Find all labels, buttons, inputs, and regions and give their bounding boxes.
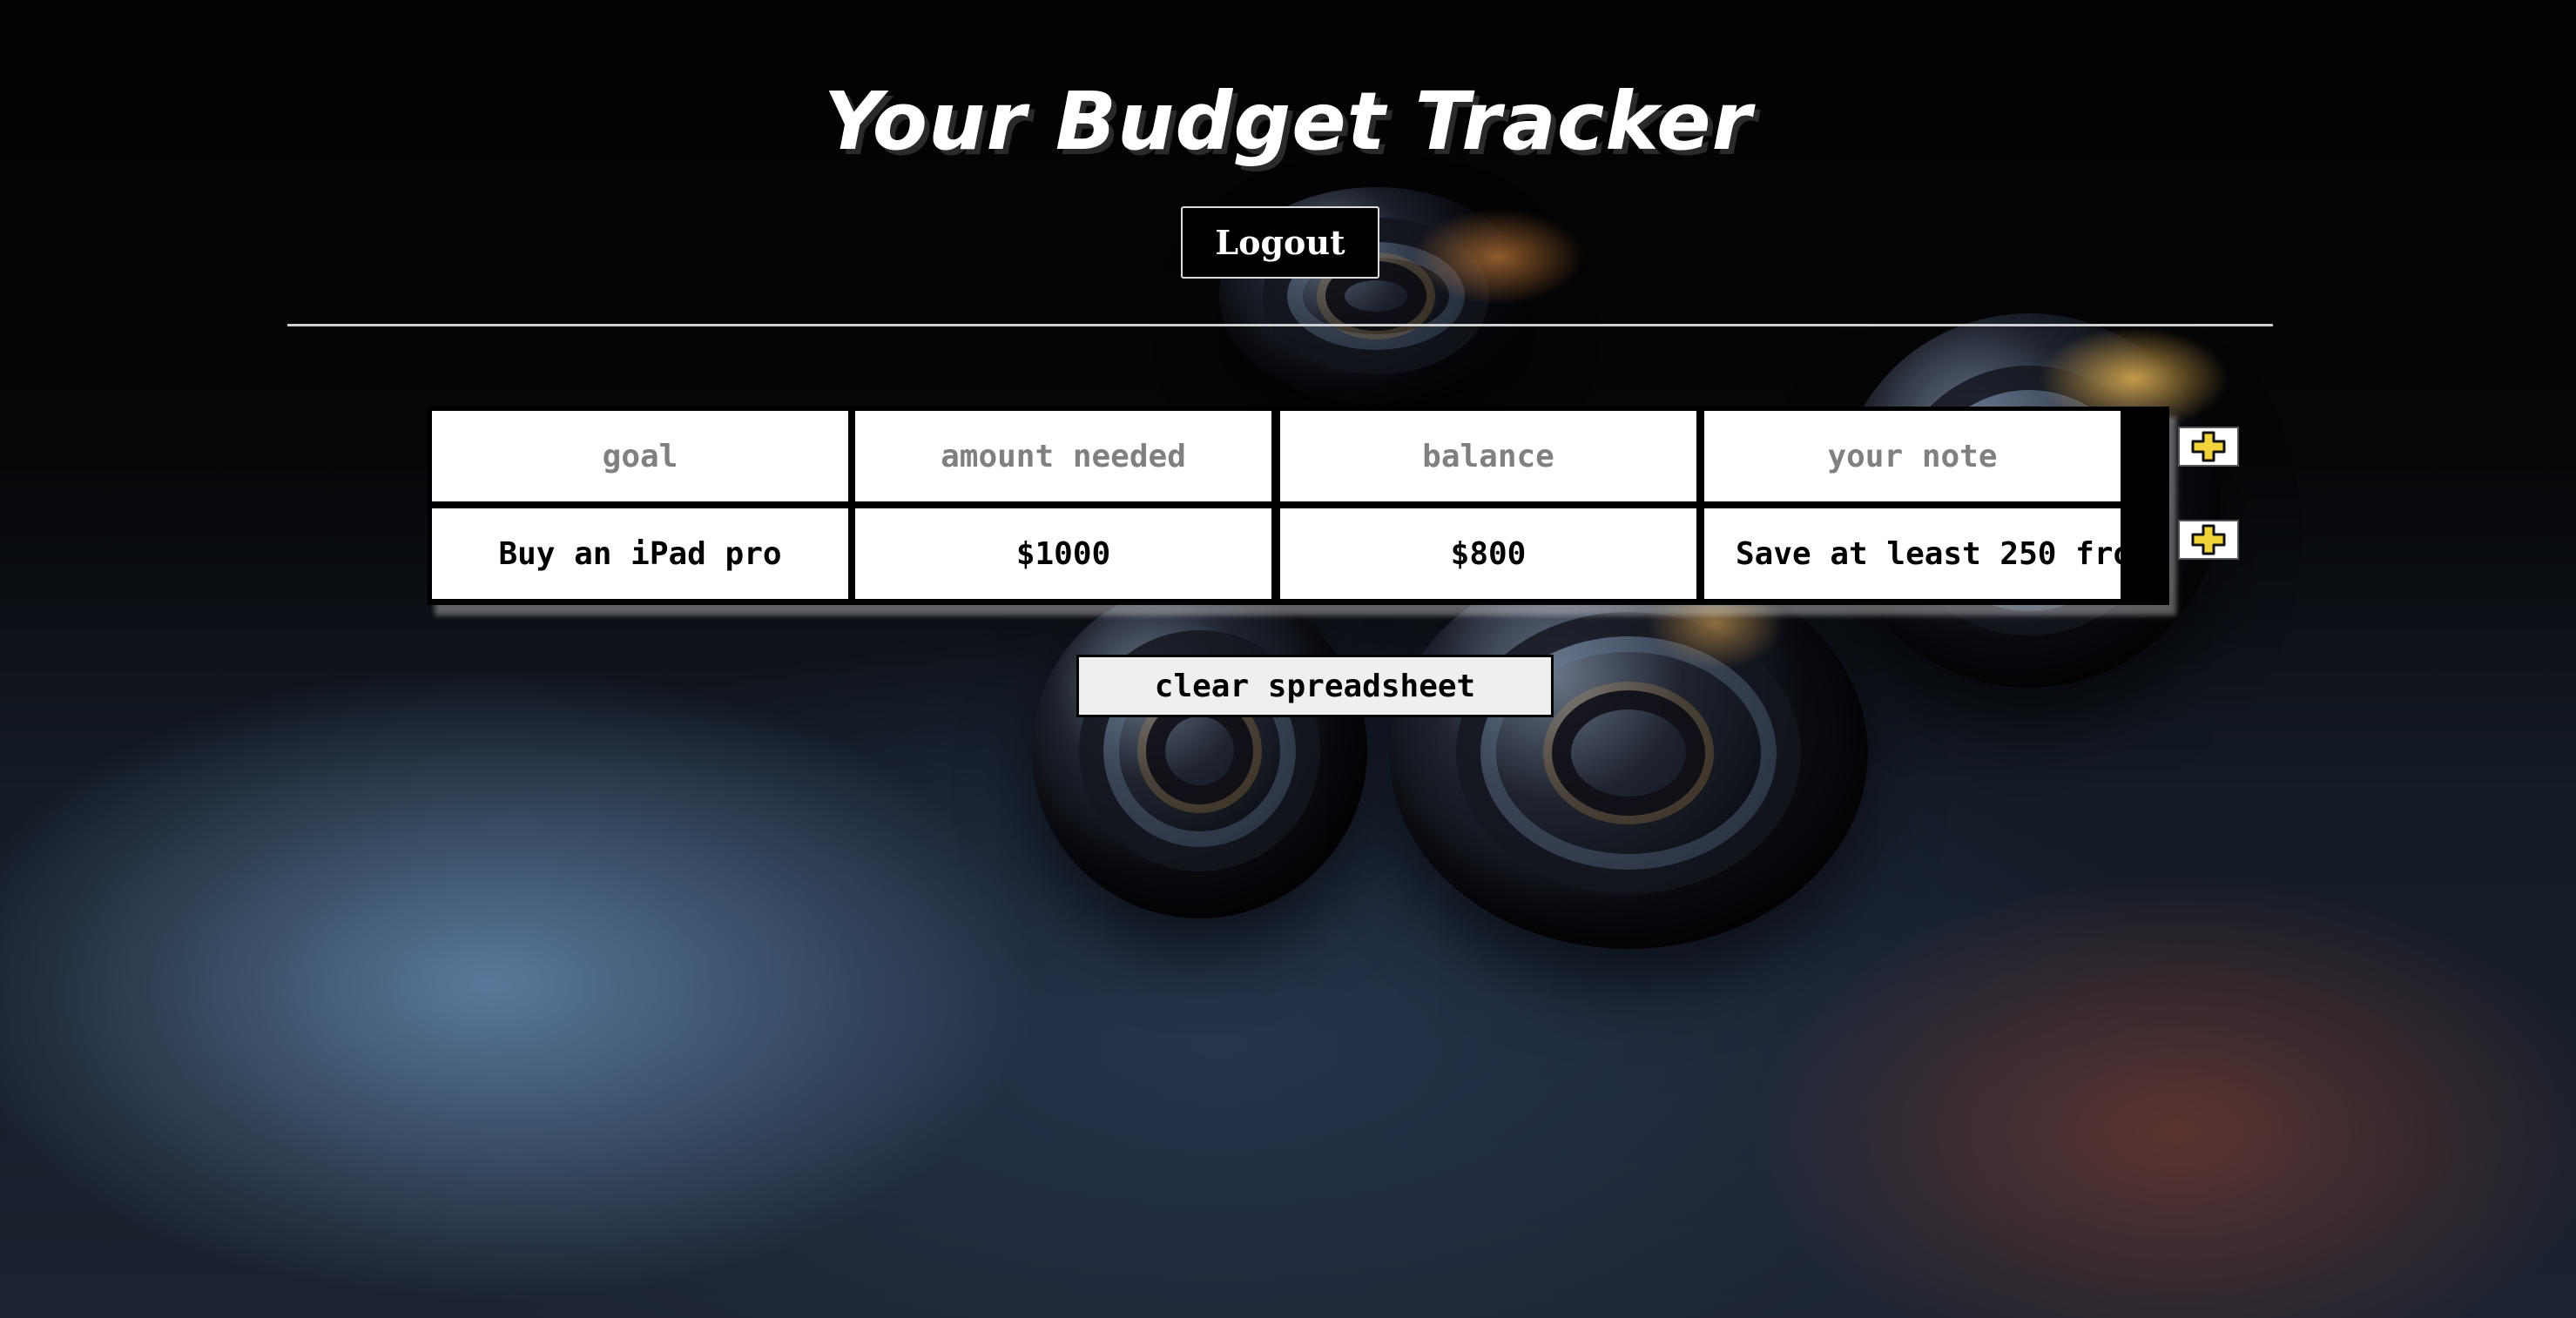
- add-row-button[interactable]: [2178, 427, 2239, 467]
- column-header-balance[interactable]: balance: [1280, 411, 1696, 501]
- cell-balance[interactable]: $800: [1280, 508, 1696, 599]
- divider: [287, 324, 2273, 326]
- page-title: Your Budget Tracker: [824, 75, 1752, 168]
- cell-amount-needed[interactable]: $1000: [855, 508, 1271, 599]
- plus-icon: [2191, 524, 2226, 555]
- sphere-graphic: [1389, 557, 1868, 949]
- budget-spreadsheet: goal amount needed balance your note Buy…: [428, 407, 2169, 605]
- cell-goal[interactable]: Buy an iPad pro: [432, 508, 848, 599]
- column-header-amount-needed[interactable]: amount needed: [855, 411, 1271, 501]
- light-glow: [1411, 209, 1585, 305]
- clear-spreadsheet-button[interactable]: clear spreadsheet: [1076, 655, 1554, 717]
- logout-button[interactable]: Logout: [1181, 206, 1379, 279]
- plus-icon: [2191, 431, 2226, 462]
- sphere-graphic: [1032, 583, 1367, 918]
- column-header-note[interactable]: your note: [1704, 411, 2121, 501]
- cell-note[interactable]: Save at least 250 fro: [1704, 508, 2121, 599]
- add-row-button[interactable]: [2178, 520, 2239, 560]
- column-header-goal[interactable]: goal: [432, 411, 848, 501]
